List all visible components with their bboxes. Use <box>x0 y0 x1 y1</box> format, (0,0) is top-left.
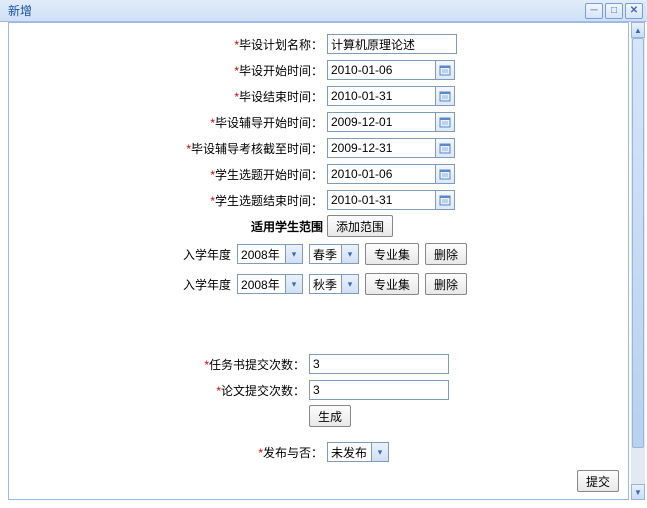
paper-count-label: *论文提交次数： <box>9 382 309 399</box>
range-row: 入学年度 2008年 ▾ 秋季 ▾ 专业集 删除 <box>9 269 628 299</box>
start-time-label: *毕设开始时间： <box>9 62 327 79</box>
topic-start-picker-button[interactable] <box>435 164 455 184</box>
scroll-track[interactable] <box>631 38 645 484</box>
calendar-icon <box>439 142 451 154</box>
scroll-up-button[interactable]: ▲ <box>631 22 645 38</box>
end-time-label: *毕设结束时间： <box>9 88 327 105</box>
add-scope-button[interactable]: 添加范围 <box>327 215 393 237</box>
start-time-picker-button[interactable] <box>435 60 455 80</box>
scope-label: 适用学生范围 <box>9 218 327 235</box>
range-row: 入学年度 2008年 ▾ 春季 ▾ 专业集 删除 <box>9 239 628 269</box>
delete-button[interactable]: 删除 <box>425 243 467 265</box>
window-controls: ─ □ ✕ <box>585 3 643 19</box>
scroll-thumb[interactable] <box>632 38 644 448</box>
topic-end-picker-button[interactable] <box>435 190 455 210</box>
topic-start-label: *学生选题开始时间： <box>9 166 327 183</box>
vertical-scrollbar[interactable]: ▲ ▼ <box>631 22 645 500</box>
major-button[interactable]: 专业集 <box>365 273 419 295</box>
year-label: 入学年度 <box>183 276 231 293</box>
year-select[interactable]: 2008年 ▾ <box>237 244 303 264</box>
term-select[interactable]: 春季 ▾ <box>309 244 359 264</box>
plan-name-label: *毕设计划名称： <box>9 36 327 53</box>
end-time-picker-button[interactable] <box>435 86 455 106</box>
topic-end-label: *学生选题结束时间： <box>9 192 327 209</box>
tutor-deadline-label: *毕设辅导考核截至时间： <box>9 140 327 157</box>
content-pane: *毕设计划名称： *毕设开始时间： *毕设结束时间： <box>8 22 629 500</box>
chevron-down-icon[interactable]: ▾ <box>341 274 359 294</box>
year-select[interactable]: 2008年 ▾ <box>237 274 303 294</box>
scroll-down-button[interactable]: ▼ <box>631 484 645 500</box>
task-count-label: *任务书提交次数： <box>9 356 309 373</box>
tutor-start-label: *毕设辅导开始时间： <box>9 114 327 131</box>
task-count-input[interactable] <box>309 354 449 374</box>
publish-label: *发布与否： <box>9 444 327 461</box>
minimize-button[interactable]: ─ <box>585 3 603 19</box>
tutor-start-input[interactable] <box>327 112 435 132</box>
calendar-icon <box>439 194 451 206</box>
chevron-down-icon[interactable]: ▾ <box>285 244 303 264</box>
paper-count-input[interactable] <box>309 380 449 400</box>
calendar-icon <box>439 90 451 102</box>
major-button[interactable]: 专业集 <box>365 243 419 265</box>
tutor-start-picker-button[interactable] <box>435 112 455 132</box>
topic-start-input[interactable] <box>327 164 435 184</box>
year-label: 入学年度 <box>183 246 231 263</box>
calendar-icon <box>439 168 451 180</box>
tutor-deadline-picker-button[interactable] <box>435 138 455 158</box>
calendar-icon <box>439 64 451 76</box>
start-time-input[interactable] <box>327 60 435 80</box>
generate-button[interactable]: 生成 <box>309 405 351 427</box>
close-button[interactable]: ✕ <box>625 3 643 19</box>
chevron-down-icon[interactable]: ▾ <box>285 274 303 294</box>
end-time-input[interactable] <box>327 86 435 106</box>
tutor-deadline-input[interactable] <box>327 138 435 158</box>
window-titlebar: 新增 ─ □ ✕ <box>0 0 647 22</box>
topic-end-input[interactable] <box>327 190 435 210</box>
publish-select[interactable]: 未发布 ▾ <box>327 442 389 462</box>
delete-button[interactable]: 删除 <box>425 273 467 295</box>
chevron-down-icon[interactable]: ▾ <box>341 244 359 264</box>
calendar-icon <box>439 116 451 128</box>
submit-button[interactable]: 提交 <box>577 470 619 492</box>
window-title: 新增 <box>8 2 32 19</box>
chevron-down-icon[interactable]: ▾ <box>371 442 389 462</box>
maximize-button[interactable]: □ <box>605 3 623 19</box>
plan-name-input[interactable] <box>327 34 457 54</box>
term-select[interactable]: 秋季 ▾ <box>309 274 359 294</box>
